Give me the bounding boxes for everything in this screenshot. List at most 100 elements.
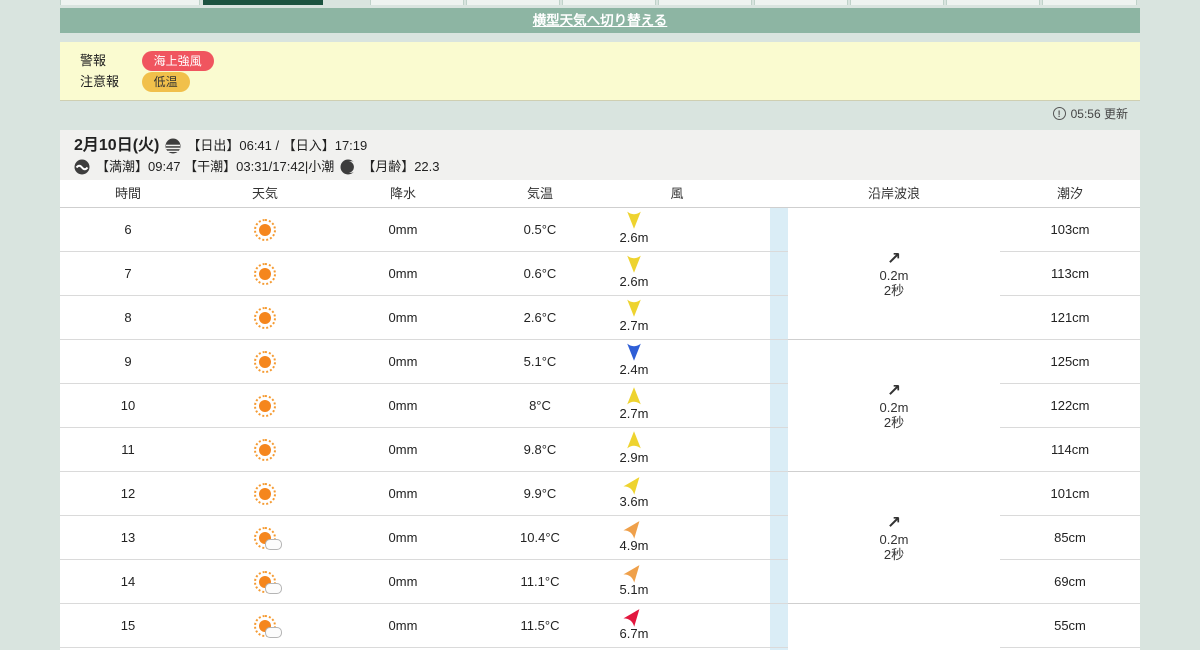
wind-speed: 2.6m <box>608 274 660 289</box>
precip-cell: 0mm <box>334 252 472 295</box>
precip-cell: 0mm <box>334 296 472 339</box>
top-tab[interactable] <box>562 0 656 5</box>
time-cell: 15 <box>60 604 196 647</box>
sunrise-icon <box>165 138 181 154</box>
col-header-tide: 潮汐 <box>1000 180 1140 208</box>
tide-cell: 55cm <box>1000 604 1140 648</box>
col-header-temp: 気温 <box>472 180 608 208</box>
top-tab-selected[interactable] <box>203 0 323 5</box>
wind-cell: 3.6m <box>608 472 660 515</box>
tide-cell: 113cm <box>1000 252 1140 296</box>
weather-sunny-icon <box>254 263 276 285</box>
wave-height: 0.2m <box>880 400 909 415</box>
precip-cell: 0mm <box>334 428 472 471</box>
top-tab[interactable] <box>1042 0 1137 5</box>
date-title: 2月10日(火) <box>74 135 159 156</box>
table-row: 12 0mm 9.9°C 3.6m <box>60 472 788 516</box>
precip-cell: 0mm <box>334 340 472 383</box>
wind-direction-arrow-icon <box>626 210 642 230</box>
table-row: 8 0mm 2.6°C 2.7m <box>60 296 788 340</box>
wind-speed: 2.7m <box>608 318 660 333</box>
weather-sunny-icon <box>254 439 276 461</box>
weather-sunny-icon <box>254 351 276 373</box>
wind-direction-arrow-icon <box>626 298 642 318</box>
temp-cell: 10.4°C <box>472 516 608 559</box>
wind-cell: 2.7m <box>608 296 660 339</box>
tide-cell: 121cm <box>1000 296 1140 340</box>
wind-direction-arrow-icon <box>626 430 642 450</box>
temp-cell: 5.1°C <box>472 340 608 383</box>
top-tab[interactable] <box>946 0 1040 5</box>
wind-cell: 4.9m <box>608 516 660 559</box>
advisory-label: 注意報 <box>80 72 124 92</box>
wind-speed: 2.4m <box>608 362 660 377</box>
top-tab[interactable] <box>370 0 464 5</box>
weather-sunny-icon <box>254 483 276 505</box>
wind-direction-arrow-icon <box>626 254 642 274</box>
update-time: ! 05:56 更新 <box>1053 105 1128 121</box>
col-header-wind: 風 <box>608 180 746 208</box>
wave-period: 2秒 <box>884 283 904 298</box>
tide-cell: 101cm <box>1000 472 1140 516</box>
top-tab[interactable] <box>658 0 752 5</box>
wind-cell: 6.7m <box>608 604 660 647</box>
temp-cell: 11.5°C <box>472 604 608 647</box>
advisory-badge[interactable]: 低温 <box>142 72 190 92</box>
temp-cell: 2.6°C <box>472 296 608 339</box>
tide-cell: 85cm <box>1000 516 1140 560</box>
weather-sunny-icon <box>254 307 276 329</box>
wave-height: 0.2m <box>880 532 909 547</box>
wind-direction-arrow-icon <box>626 562 642 582</box>
wind-direction-arrow-icon <box>626 474 642 494</box>
wave-period: 2秒 <box>884 547 904 562</box>
moon-age-text: 【月齢】22.3 <box>362 156 439 177</box>
time-cell: 6 <box>60 208 196 251</box>
switch-to-horizontal-link[interactable]: 横型天気へ切り替える <box>533 13 668 28</box>
col-header-precip: 降水 <box>334 180 472 208</box>
time-cell: 8 <box>60 296 196 339</box>
top-tab[interactable] <box>60 0 200 5</box>
table-header-row: 時間 天気 降水 気温 風 沿岸波浪 潮汐 <box>60 180 1140 208</box>
time-cell: 10 <box>60 384 196 427</box>
top-tab[interactable] <box>754 0 848 5</box>
weather-sun-cloud-icon <box>254 615 276 637</box>
wave-direction-arrow-icon: ↗ <box>887 250 901 268</box>
forecast-panel: 2月10日(火) 【日出】06:41 / 【日入】17:19 【満潮】09:47… <box>60 130 1140 650</box>
temp-cell: 8°C <box>472 384 608 427</box>
top-tab[interactable] <box>466 0 560 5</box>
weather-sunny-icon <box>254 219 276 241</box>
wind-direction-arrow-icon <box>626 518 642 538</box>
alert-box: 警報 海上強風 注意報 低温 <box>60 42 1140 101</box>
wind-direction-arrow-icon <box>626 342 642 362</box>
precip-cell: 0mm <box>334 384 472 427</box>
temp-cell: 11.1°C <box>472 560 608 603</box>
time-cell: 12 <box>60 472 196 515</box>
wind-speed: 2.9m <box>608 450 660 465</box>
temp-cell: 9.9°C <box>472 472 608 515</box>
col-header-waves: 沿岸波浪 <box>788 180 1000 208</box>
temp-cell: 0.6°C <box>472 252 608 295</box>
weather-sun-cloud-icon <box>254 527 276 549</box>
time-cell: 13 <box>60 516 196 559</box>
wind-cell: 2.9m <box>608 428 660 471</box>
warning-badge[interactable]: 海上強風 <box>142 51 214 71</box>
wind-cell: 2.6m <box>608 252 660 295</box>
moon-icon <box>340 159 356 175</box>
top-tab[interactable] <box>850 0 944 5</box>
table-row: 10 0mm 8°C 2.7m <box>60 384 788 428</box>
time-cell: 7 <box>60 252 196 295</box>
wind-direction-arrow-icon <box>626 386 642 406</box>
wave-period: 2秒 <box>884 415 904 430</box>
precip-cell: 0mm <box>334 208 472 251</box>
wave-direction-arrow-icon: ↗ <box>887 514 901 532</box>
wind-direction-arrow-icon <box>626 606 642 626</box>
wind-cell: 5.1m <box>608 560 660 603</box>
table-row: 14 0mm 11.1°C 5.1m <box>60 560 788 604</box>
wind-speed: 2.7m <box>608 406 660 421</box>
precip-cell: 0mm <box>334 604 472 647</box>
tide-cell: 69cm <box>1000 560 1140 604</box>
wind-cell: 2.7m <box>608 384 660 427</box>
tide-cell: 122cm <box>1000 384 1140 428</box>
info-circle-icon: ! <box>1053 107 1066 120</box>
warning-label: 警報 <box>80 51 124 71</box>
